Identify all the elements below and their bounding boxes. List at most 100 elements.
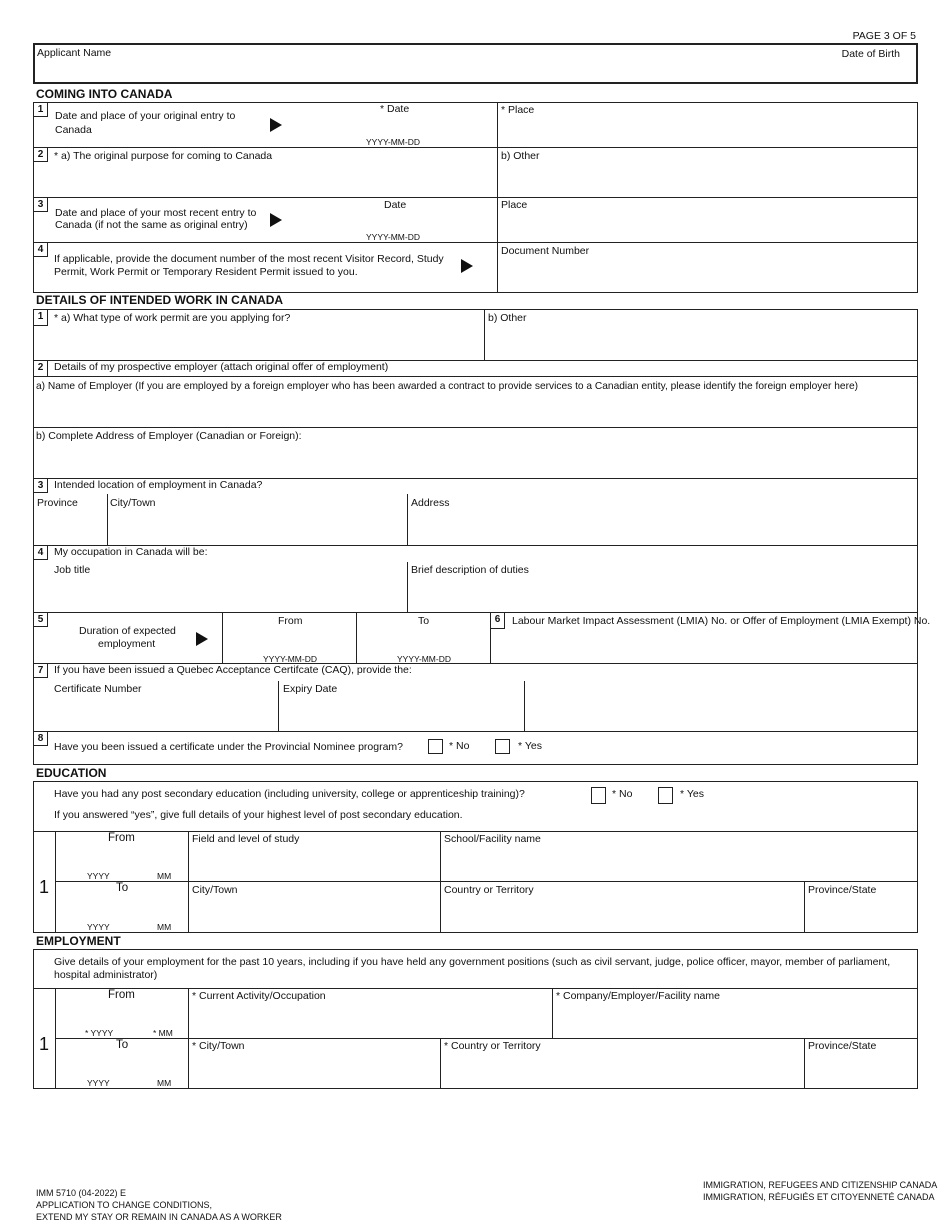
lmia-number-field[interactable] [494, 632, 914, 660]
post-secondary-yes-checkbox[interactable] [658, 787, 673, 804]
question-number: 1 [34, 103, 48, 117]
expiry-date-label: Expiry Date [283, 683, 338, 695]
original-entry-date-field[interactable] [300, 116, 490, 136]
employer-address-field[interactable] [36, 445, 914, 475]
mm-hint: MM [157, 1078, 172, 1088]
post-secondary-no-checkbox[interactable] [591, 787, 606, 804]
q4-label-line1: If applicable, provide the document numb… [54, 253, 444, 265]
employment-from-date-field[interactable] [60, 1005, 184, 1025]
employment-to-date-field[interactable] [60, 1055, 184, 1075]
provincial-nominee-no-checkbox[interactable] [428, 739, 443, 754]
question-number: 4 [34, 546, 48, 560]
duration-label-line2: employment [98, 638, 156, 650]
employment-to-date-field[interactable] [360, 630, 488, 650]
address-label: Address [411, 497, 450, 509]
address-field[interactable] [411, 512, 914, 542]
education-to-date-field[interactable] [60, 898, 184, 918]
education-province-field[interactable] [808, 899, 914, 929]
divider [278, 681, 279, 731]
recent-entry-place-field[interactable] [500, 213, 915, 239]
applicant-name-label: Applicant Name [37, 47, 112, 59]
education-city-field[interactable] [192, 899, 436, 929]
intended-location-label: Intended location of employment in Canad… [54, 479, 263, 491]
to-label: To [116, 882, 129, 894]
field-of-study-field[interactable] [192, 848, 436, 878]
current-activity-field[interactable] [192, 1005, 548, 1035]
divider [55, 881, 918, 882]
province-select[interactable] [36, 512, 104, 542]
divider [222, 612, 223, 663]
mm-hint: MM [157, 922, 172, 932]
other-label: b) Other [501, 150, 540, 162]
q1-label-line1: Date and place of your original entry to [55, 110, 236, 122]
yes-label: * Yes [518, 740, 542, 752]
question-number: 1 [34, 310, 48, 326]
form-title-line1: APPLICATION TO CHANGE CONDITIONS, [36, 1200, 213, 1210]
other-label: b) Other [488, 312, 527, 324]
divider [497, 102, 498, 293]
applicant-name-field[interactable] [35, 60, 735, 82]
duties-label: Brief description of duties [411, 564, 529, 576]
country-label: Country or Territory [444, 884, 534, 896]
province-state-label: Province/State [808, 1040, 877, 1052]
company-field[interactable] [556, 1005, 914, 1035]
provincial-nominee-yes-checkbox[interactable] [495, 739, 510, 754]
form-code: IMM 5710 (04-2022) E [36, 1188, 127, 1198]
document-number-label: Document Number [501, 245, 590, 257]
document-number-field[interactable] [500, 259, 915, 289]
work-permit-other-field[interactable] [488, 328, 915, 356]
place-label: * Place [501, 104, 535, 116]
no-label: * No [449, 740, 470, 752]
certificate-number-field[interactable] [54, 698, 274, 728]
education-from-date-field[interactable] [60, 848, 184, 868]
divider [55, 1038, 918, 1039]
education-instruction: If you answered “yes”, give full details… [54, 809, 463, 821]
question-number: 3 [34, 198, 48, 212]
yyyy-hint: * YYYY [85, 1028, 114, 1038]
work-permit-type-select[interactable] [50, 328, 480, 356]
divider [55, 831, 56, 933]
certificate-number-label: Certificate Number [54, 683, 142, 695]
arrow-right-icon [461, 259, 473, 273]
question-number: 7 [34, 664, 48, 678]
city-field[interactable] [110, 512, 404, 542]
divider [33, 197, 918, 198]
employment-province-field[interactable] [808, 1055, 914, 1085]
original-entry-place-field[interactable] [500, 118, 915, 144]
expiry-date-field[interactable] [283, 698, 520, 728]
no-label: * No [612, 788, 633, 800]
divider [804, 1038, 805, 1089]
employment-country-select[interactable] [444, 1055, 800, 1085]
to-label: To [116, 1039, 129, 1051]
divider [107, 494, 108, 545]
question-number: 2 [34, 361, 48, 376]
yes-label: * Yes [680, 788, 704, 800]
section-title-employment: EMPLOYMENT [36, 934, 121, 948]
divider [188, 988, 189, 1089]
divider [407, 562, 408, 612]
date-of-birth-field[interactable] [755, 60, 915, 82]
original-purpose-other-field[interactable] [500, 165, 915, 193]
original-purpose-select[interactable] [50, 165, 490, 193]
duration-label-line1: Duration of expected [79, 625, 176, 637]
recent-entry-date-field[interactable] [300, 212, 490, 232]
job-title-field[interactable] [54, 579, 404, 609]
yyyy-hint: YYYY [87, 1078, 110, 1088]
arrow-right-icon [270, 213, 282, 227]
field-of-study-label: Field and level of study [192, 833, 300, 845]
education-country-select[interactable] [444, 899, 800, 929]
section-title-intended-work: DETAILS OF INTENDED WORK IN CANADA [36, 293, 284, 307]
employer-name-field[interactable] [36, 395, 914, 425]
employer-address-label: b) Complete Address of Employer (Canadia… [36, 430, 302, 442]
employment-instruction-line1: Give details of your employment for the … [54, 956, 891, 968]
date-format-hint: YYYY-MM-DD [366, 137, 420, 147]
row-number: 1 [39, 1034, 50, 1054]
school-name-field[interactable] [444, 848, 914, 878]
divider [33, 427, 918, 428]
employment-from-date-field[interactable] [226, 630, 354, 650]
province-state-label: Province/State [808, 884, 877, 896]
employment-city-field[interactable] [192, 1055, 436, 1085]
question-number: 5 [34, 613, 48, 627]
form-title-line2: EXTEND MY STAY OR REMAIN IN CANADA AS A … [36, 1212, 282, 1222]
duties-field[interactable] [411, 579, 914, 609]
